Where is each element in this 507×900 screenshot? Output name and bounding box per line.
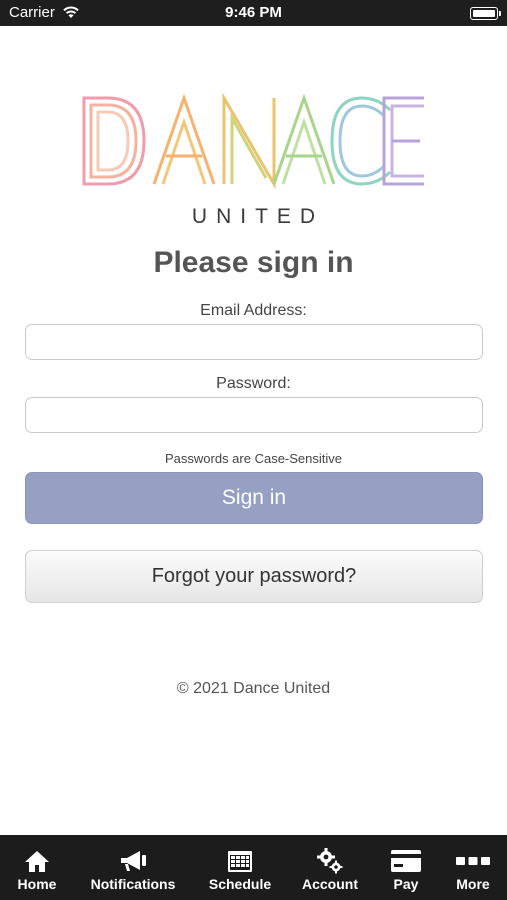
tab-label-home: Home (17, 876, 57, 892)
copyright-text: © 2021 Dance United (176, 680, 331, 697)
megaphone-icon (121, 851, 146, 871)
tab-label-more: More (456, 876, 490, 892)
credit-card-icon (391, 850, 421, 872)
forgot-password-button[interactable]: Forgot your password? (25, 550, 483, 603)
tab-bar: Home Notifications Schedule Account Pay … (0, 835, 507, 900)
home-icon (25, 851, 49, 872)
tab-label-pay: Pay (393, 876, 419, 892)
tab-pay[interactable]: Pay (380, 835, 432, 900)
password-label: Password: (216, 375, 291, 392)
tab-label-schedule: Schedule (208, 876, 272, 892)
email-field[interactable] (25, 324, 483, 360)
status-bar: Carrier 9:46 PM (0, 0, 507, 26)
gears-icon (317, 848, 343, 874)
battery-icon (470, 7, 501, 20)
status-time: 9:46 PM (225, 4, 282, 21)
sign-in-button[interactable]: Sign in (25, 472, 483, 524)
case-sensitive-hint: Passwords are Case-Sensitive (164, 451, 343, 466)
logo-subtitle: UNITED (191, 205, 325, 228)
password-field[interactable] (25, 397, 483, 433)
page-title: Please sign in (153, 246, 354, 279)
tab-more[interactable]: More (446, 835, 500, 900)
more-dots-icon (456, 857, 490, 865)
tab-account[interactable]: Account (296, 835, 364, 900)
dance-logo (82, 92, 424, 190)
tab-schedule[interactable]: Schedule (200, 835, 280, 900)
tab-label-account: Account (302, 876, 358, 892)
tab-home[interactable]: Home (0, 835, 74, 900)
calendar-icon (228, 851, 252, 872)
tab-notifications[interactable]: Notifications (80, 835, 186, 900)
email-label: Email Address: (200, 302, 307, 319)
tab-label-notifications: Notifications (90, 876, 176, 892)
